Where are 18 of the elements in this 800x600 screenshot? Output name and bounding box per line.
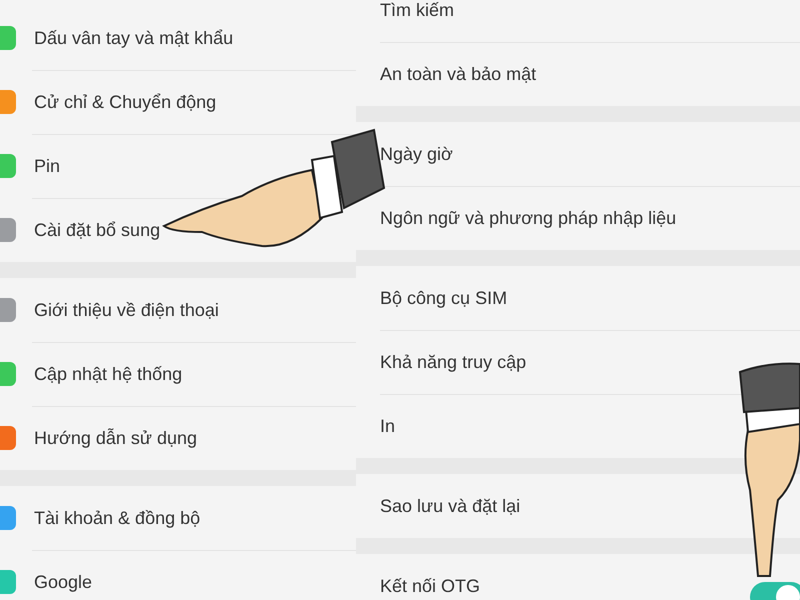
settings-item[interactable]: Pin	[34, 152, 60, 180]
settings-item[interactable]: Google	[34, 568, 92, 596]
settings-item[interactable]: Khả năng truy cập	[380, 348, 526, 376]
settings-item[interactable]: Ngôn ngữ và phương pháp nhập liệu	[380, 204, 676, 232]
settings-item[interactable]: Dấu vân tay và mật khẩu	[34, 24, 234, 52]
settings-item[interactable]: Ngày giờ	[380, 140, 453, 168]
settings-item[interactable]: Tài khoản & đồng bộ	[34, 504, 200, 532]
settings-item[interactable]: Bộ công cụ SIM	[380, 284, 508, 312]
settings-item[interactable]: In	[380, 412, 396, 440]
settings-item[interactable]: Cử chỉ & Chuyển động	[34, 88, 216, 116]
settings-item[interactable]: Sao lưu và đặt lại	[380, 492, 520, 520]
settings-item[interactable]: Kết nối OTG	[380, 572, 480, 600]
settings-item[interactable]: Tìm kiếm	[380, 0, 454, 24]
settings-item[interactable]: Cài đặt bổ sung	[34, 216, 160, 244]
settings-item[interactable]: Giới thiệu về điện thoại	[34, 296, 219, 324]
settings-item[interactable]: Hướng dẫn sử dụng	[34, 424, 198, 452]
settings-item[interactable]: Cập nhật hệ thống	[34, 360, 182, 388]
settings-item[interactable]: An toàn và bảo mật	[380, 60, 536, 88]
